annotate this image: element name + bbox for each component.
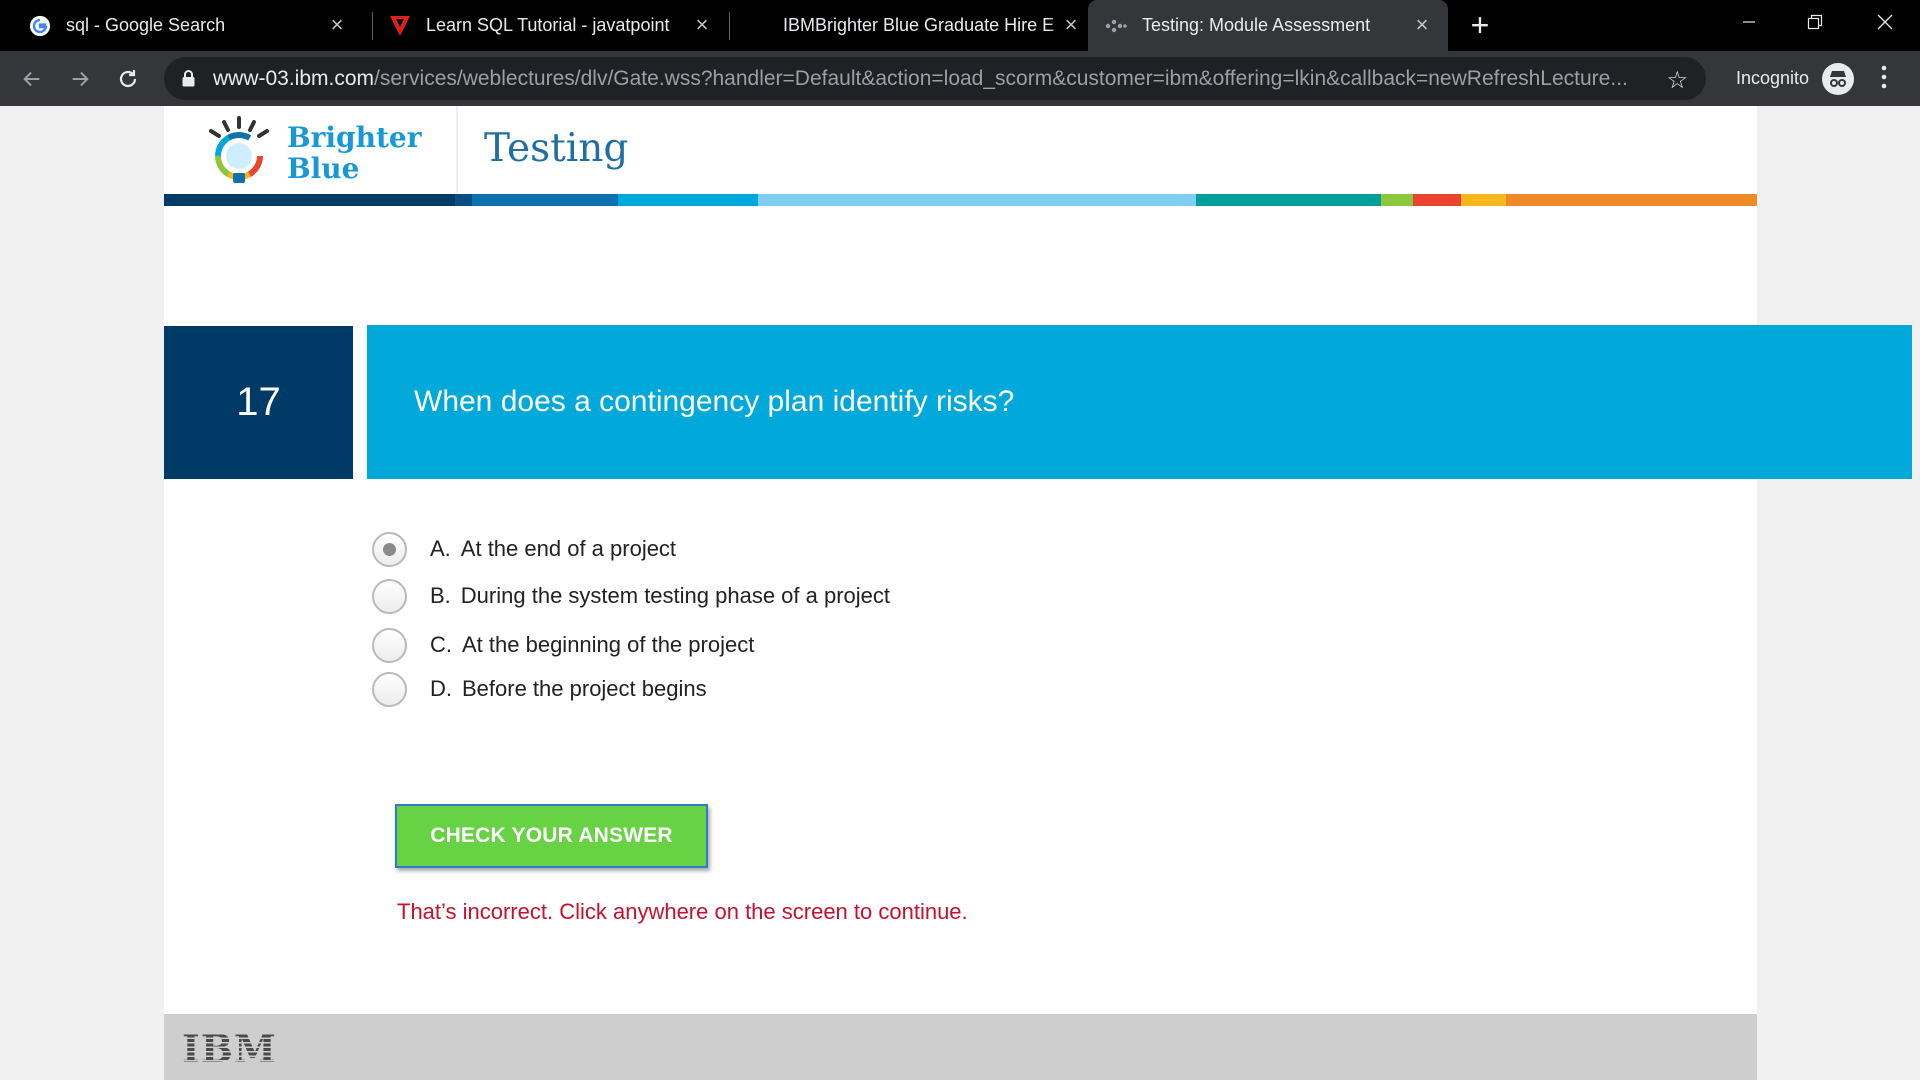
feedback-message: That’s incorrect. Click anywhere on the … [397, 899, 968, 924]
color-segment [758, 194, 1196, 206]
option-label: During the system testing phase of a pro… [460, 583, 891, 608]
page-footer: IBM [164, 1014, 1757, 1080]
close-tab-icon[interactable]: × [1059, 13, 1083, 37]
url-path: /services/weblectures/dlv/Gate.wss?handl… [374, 67, 1628, 90]
incognito-label: Incognito [1736, 68, 1810, 88]
answer-option-c[interactable]: C. At the beginning of the project [372, 627, 1072, 663]
answer-option-a[interactable]: A. At the end of a project [372, 531, 1072, 567]
restore-icon [1807, 14, 1823, 30]
arrow-right-icon [72, 71, 89, 87]
svg-text:IBM: IBM [182, 1030, 277, 1066]
module-title: Testing [484, 126, 629, 171]
ibm-loading-icon [1104, 14, 1128, 38]
close-icon [1877, 14, 1893, 30]
browser-toolbar: www-03.ibm.com/services/weblectures/dlv/… [0, 51, 1920, 106]
close-window-button[interactable] [1852, 0, 1918, 44]
tab-testing-module-assessment[interactable]: Testing: Module Assessment × [1088, 0, 1448, 51]
header-divider [456, 106, 458, 194]
back-button[interactable] [14, 61, 50, 97]
javatpoint-icon [388, 14, 412, 38]
question-prompt: When does a contingency plan identify ri… [414, 385, 1015, 418]
close-tab-icon[interactable]: × [690, 13, 714, 37]
option-letter: D. [430, 676, 452, 701]
close-tab-icon[interactable]: × [325, 13, 349, 37]
color-segment [164, 194, 455, 206]
option-label: At the end of a project [460, 536, 677, 561]
radio-button[interactable] [372, 671, 407, 707]
bookmark-star-icon[interactable]: ☆ [1666, 66, 1688, 95]
color-segment [618, 194, 758, 206]
lesson-header: Brighter Blue Testing [164, 106, 1757, 194]
color-segment [1196, 194, 1381, 206]
tab-title: Testing: Module Assessment [1142, 15, 1371, 35]
minimize-button[interactable] [1716, 0, 1782, 44]
tab-separator [729, 12, 730, 40]
page-viewport: Brighter Blue Testing 17 When does a con… [0, 106, 1920, 1080]
radio-button[interactable] [372, 531, 407, 567]
tab-title: Learn SQL Tutorial - javatpoint [426, 15, 670, 35]
tab-title: sql - Google Search [66, 15, 226, 35]
color-segment [455, 194, 472, 206]
new-tab-button[interactable]: + [1462, 8, 1498, 44]
color-segment [1381, 194, 1413, 206]
answer-option-b[interactable]: B. During the system testing phase of a … [372, 578, 1072, 614]
option-letter: A. [430, 536, 451, 561]
address-bar[interactable]: www-03.ibm.com/services/weblectures/dlv/… [164, 57, 1706, 100]
logo-line-1: Brighter [287, 121, 422, 154]
brand-color-bar [164, 194, 1757, 206]
ibm-logo: IBM [182, 1026, 278, 1071]
restore-button[interactable] [1782, 0, 1848, 44]
lesson-content[interactable]: Brighter Blue Testing 17 When does a con… [164, 106, 1912, 1080]
question-number: 17 [164, 326, 353, 479]
tab-title: IBMBrighter Blue Graduate Hire E [783, 15, 1055, 35]
reload-icon [119, 70, 137, 88]
brighter-blue-logo-text: Brighter Blue [287, 122, 422, 184]
option-letter: B. [430, 583, 451, 608]
lock-icon [182, 70, 195, 92]
option-label: Before the project begins [462, 676, 707, 701]
more-vert-icon [1881, 65, 1887, 89]
browser-menu-button[interactable] [1876, 65, 1892, 89]
radio-button[interactable] [372, 578, 407, 614]
google-icon [28, 14, 52, 38]
logo-line-2: Blue [287, 152, 360, 185]
answer-option-d[interactable]: D. Before the project begins [372, 671, 1072, 707]
reload-button[interactable] [110, 61, 146, 97]
radio-button[interactable] [372, 627, 407, 663]
radio-selected-dot [383, 542, 396, 556]
tab-javatpoint[interactable]: Learn SQL Tutorial - javatpoint × [388, 0, 728, 51]
brighter-blue-bulb-icon [204, 114, 274, 191]
color-segment [1413, 194, 1461, 206]
url-host: www-03.ibm.com [213, 67, 375, 90]
option-letter: C. [430, 632, 452, 657]
check-answer-button[interactable]: CHECK YOUR ANSWER [395, 804, 708, 868]
forward-button[interactable] [62, 61, 98, 97]
tab-separator [372, 12, 373, 40]
arrow-left-icon [23, 71, 40, 87]
incognito-icon[interactable] [1822, 63, 1854, 95]
color-segment [472, 194, 618, 206]
color-segment [1506, 194, 1757, 206]
tab-google-search[interactable]: sql - Google Search × [28, 0, 363, 51]
question-text: When does a contingency plan identify ri… [367, 325, 1912, 479]
tab-strip: sql - Google Search × Learn SQL Tutorial… [0, 0, 1920, 51]
url-text[interactable]: www-03.ibm.com/services/weblectures/dlv/… [213, 67, 1633, 91]
minimize-icon [1743, 21, 1755, 23]
option-label: At the beginning of the project [462, 632, 755, 657]
close-tab-icon[interactable]: × [1410, 13, 1434, 37]
tab-ibm-graduate-hire[interactable]: IBMBrighter Blue Graduate Hire E × [745, 0, 1083, 51]
color-segment [1461, 194, 1506, 206]
